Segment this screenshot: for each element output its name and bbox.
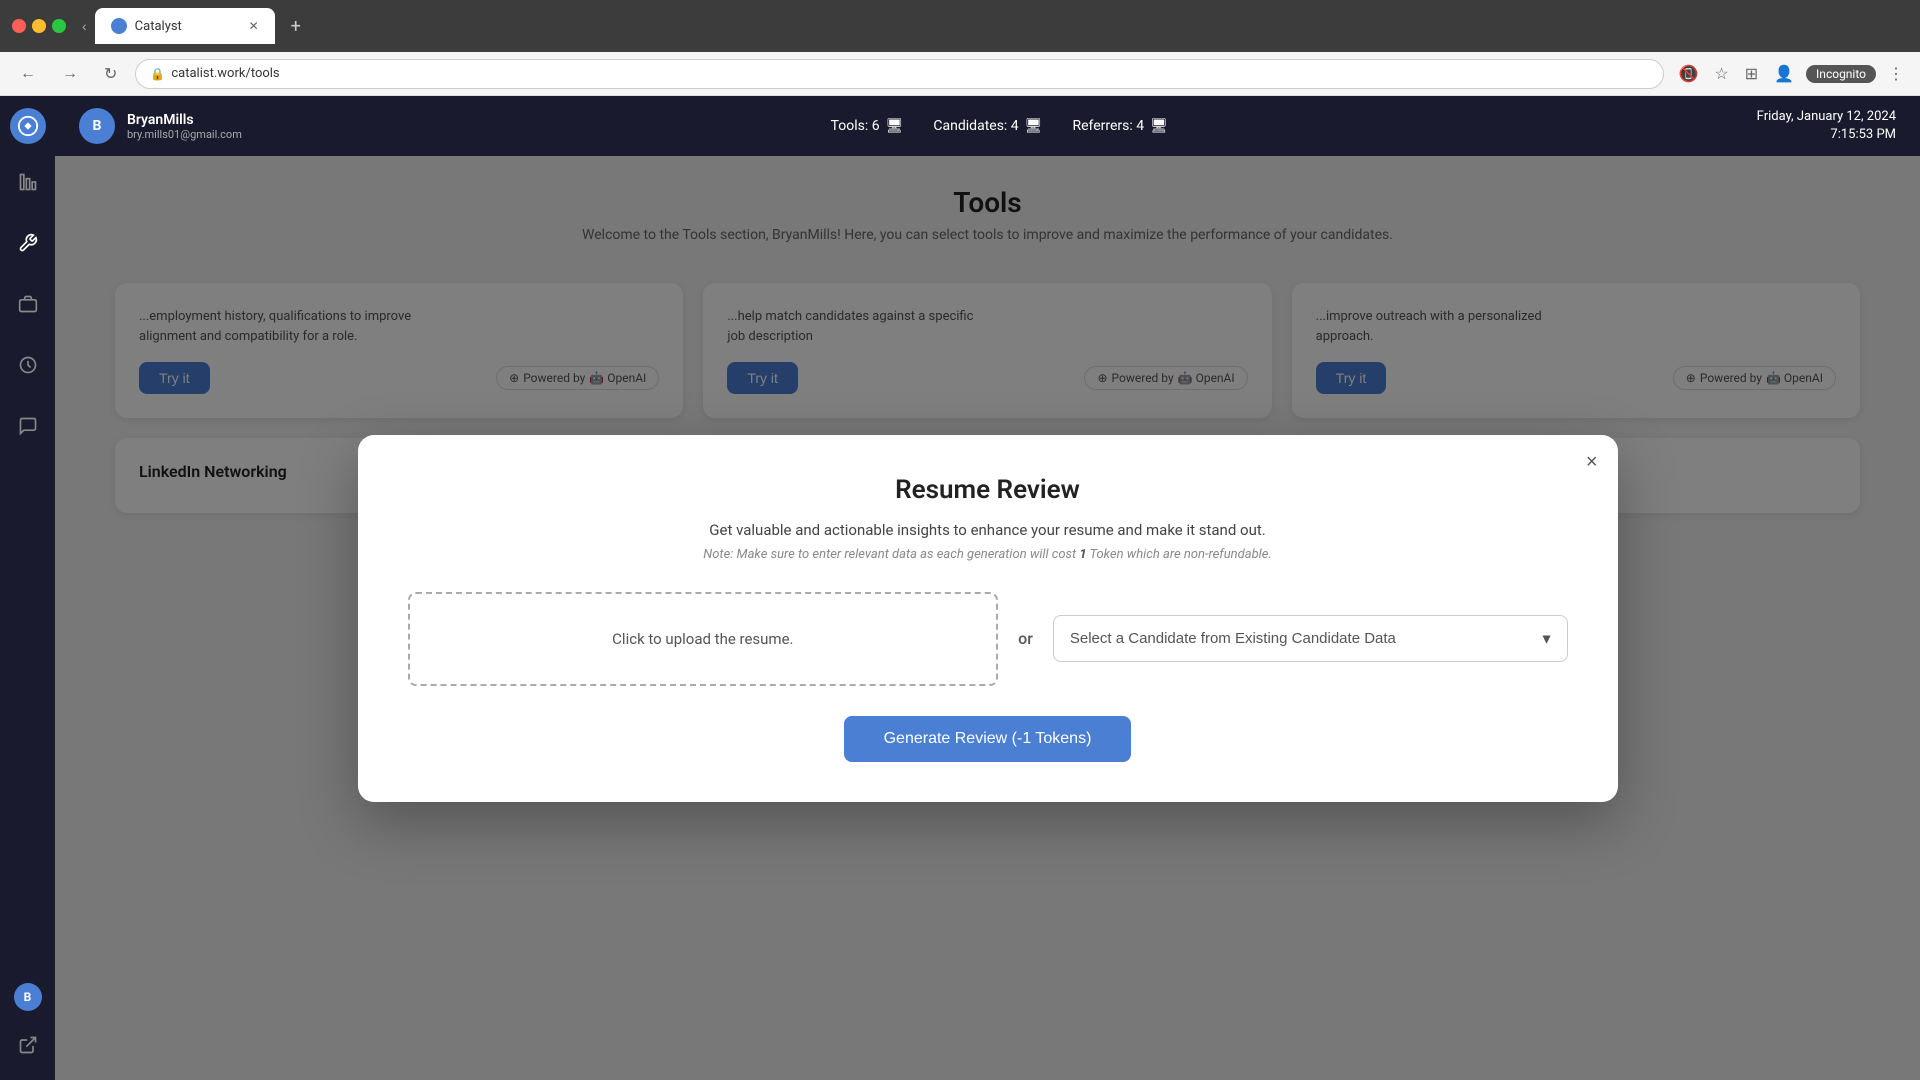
address-text: catalist.work/tools [171, 66, 1649, 81]
page-body: Tools Welcome to the Tools section, Brya… [55, 156, 1920, 1080]
bookmark-button[interactable]: ☆ [1710, 60, 1732, 88]
address-bar-row: ← → ↻ 🔒 catalist.work/tools 📵 ☆ ⊞ 👤 Inco… [0, 52, 1920, 96]
candidate-select[interactable]: Select a Candidate from Existing Candida… [1053, 615, 1568, 662]
tools-label: Tools: 6 [831, 118, 880, 134]
prev-tab-button[interactable]: ‹ [82, 18, 87, 34]
close-window-button[interactable] [12, 19, 26, 33]
sidebar-bottom: B [10, 983, 46, 1068]
extensions-button[interactable]: ⊞ [1741, 60, 1762, 88]
maximize-window-button[interactable] [52, 19, 66, 33]
sidebar-item-insights[interactable] [10, 347, 46, 388]
main-content: B BryanMills bry.mills01@gmail.com Tools… [55, 96, 1920, 1080]
modal-note-text: Note: Make sure to enter relevant data a… [703, 547, 1076, 562]
user-email: bry.mills01@gmail.com [127, 128, 242, 141]
user-avatar: B [79, 108, 115, 144]
minimize-window-button[interactable] [32, 19, 46, 33]
sidebar-item-tools[interactable] [10, 225, 46, 266]
new-tab-button[interactable]: + [283, 16, 309, 37]
referrers-label: Referrers: 4 [1072, 118, 1144, 134]
modal-subtitle: Get valuable and actionable insights to … [408, 521, 1568, 539]
time-text: 7:15:53 PM [1757, 126, 1896, 144]
tab-title: Catalyst [135, 19, 182, 34]
modal-overlay: × Resume Review Get valuable and actiona… [55, 156, 1920, 1080]
tools-stat: Tools: 6 🖥 [831, 118, 904, 134]
user-info: BryanMills bry.mills01@gmail.com [127, 112, 242, 141]
address-bar[interactable]: 🔒 catalist.work/tools [135, 59, 1664, 89]
browser-chrome: ‹ Catalyst ✕ + [0, 0, 1920, 52]
sidebar-item-messages[interactable] [10, 408, 46, 449]
date-text: Friday, January 12, 2024 [1757, 108, 1896, 126]
profile-button[interactable]: 👤 [1770, 60, 1798, 88]
no-video-button[interactable]: 📵 [1674, 60, 1702, 88]
candidates-icon: 🖥 [1025, 118, 1043, 134]
modal: × Resume Review Get valuable and actiona… [358, 435, 1618, 802]
sidebar-item-share[interactable] [10, 1027, 46, 1068]
candidates-label: Candidates: 4 [933, 118, 1018, 134]
modal-body: Click to upload the resume. or Select a … [408, 592, 1568, 686]
user-name: BryanMills [127, 112, 242, 128]
modal-note-suffix: Token which are non-refundable. [1090, 547, 1272, 562]
tab-favicon [111, 18, 127, 34]
sidebar: B [0, 96, 55, 1080]
upload-label: Click to upload the resume. [612, 630, 793, 648]
lock-icon: 🔒 [150, 67, 165, 81]
or-separator: or [1018, 629, 1033, 648]
modal-title: Resume Review [408, 475, 1568, 505]
incognito-badge: Incognito [1806, 65, 1876, 83]
candidates-stat: Candidates: 4 🖥 [933, 118, 1042, 134]
refresh-button[interactable]: ↻ [96, 60, 125, 88]
modal-close-button[interactable]: × [1586, 451, 1598, 474]
forward-button[interactable]: → [54, 61, 86, 87]
sidebar-item-jobs[interactable] [10, 286, 46, 327]
user-section: B BryanMills bry.mills01@gmail.com [79, 108, 242, 144]
tools-icon: 🖥 [886, 118, 904, 134]
menu-button[interactable]: ⋮ [1884, 60, 1908, 88]
window-controls [12, 19, 66, 33]
sidebar-item-analytics[interactable] [10, 164, 46, 205]
browser-tab[interactable]: Catalyst ✕ [95, 8, 275, 44]
sidebar-avatar[interactable]: B [14, 983, 42, 1011]
modal-note-token: 1 [1079, 547, 1086, 562]
top-header: B BryanMills bry.mills01@gmail.com Tools… [55, 96, 1920, 156]
tab-close-button[interactable]: ✕ [249, 19, 259, 33]
generate-review-button[interactable]: Generate Review (-1 Tokens) [844, 716, 1132, 762]
header-stats: Tools: 6 🖥 Candidates: 4 🖥 Referrers: 4 … [242, 118, 1757, 134]
upload-zone[interactable]: Click to upload the resume. [408, 592, 999, 686]
candidate-select-wrapper: Select a Candidate from Existing Candida… [1053, 615, 1568, 662]
browser-actions: 📵 ☆ ⊞ 👤 Incognito ⋮ [1674, 60, 1908, 88]
app-container: B B BryanMills bry.mills01@gmail.com [0, 96, 1920, 1080]
modal-note: Note: Make sure to enter relevant data a… [408, 547, 1568, 562]
referrers-stat: Referrers: 4 🖥 [1072, 118, 1167, 134]
header-date: Friday, January 12, 2024 7:15:53 PM [1757, 108, 1896, 144]
sidebar-logo [10, 108, 46, 144]
referrers-icon: 🖥 [1150, 118, 1168, 134]
back-button[interactable]: ← [12, 61, 44, 87]
